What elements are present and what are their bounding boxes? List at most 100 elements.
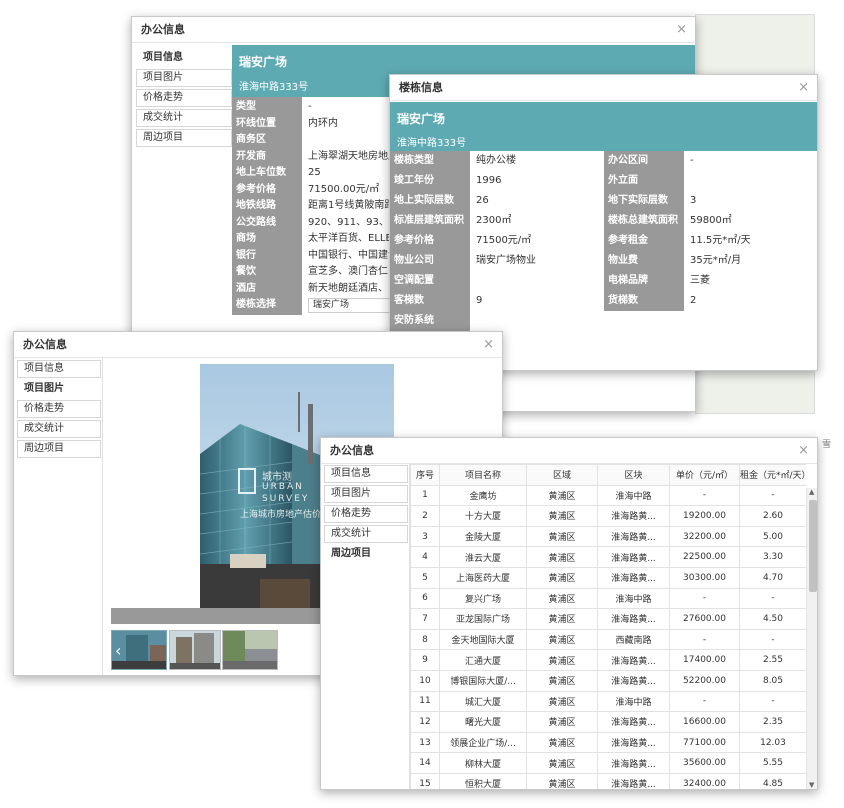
table-cell: 3.30 — [739, 546, 806, 568]
close-icon[interactable]: × — [798, 438, 809, 464]
info-value: 11.5元*㎡/天 — [690, 235, 751, 246]
table-row[interactable]: 6 复兴广场 黄浦区 淮海中路 - - — [410, 587, 806, 610]
side-nav: 项目信息 项目图片 价格走势 成交统计 周边项目 — [324, 465, 408, 565]
nav-divider — [102, 358, 103, 675]
nav-item-project-images[interactable]: 项目图片 — [17, 380, 101, 398]
info-label: 楼栋选择 — [232, 295, 302, 315]
info-row: 地下实际层数 3 — [604, 191, 817, 211]
column-header[interactable]: 租金（元*㎡/天） — [739, 464, 806, 486]
table-row[interactable]: 10 博银国际大厦/... 黄浦区 淮海路黄... 52200.00 8.05 — [410, 669, 806, 692]
table-body: 1 金鹰坊 黄浦区 淮海中路 - -2 十方大厦 黄浦区 淮海路黄... 19200.00 2.60… — [410, 484, 806, 789]
info-label: 客梯数 — [390, 291, 470, 311]
info-row: 安防系统 — [390, 311, 604, 331]
table-row[interactable]: 11 城汇大厦 黄浦区 淮海中路 - - — [410, 690, 806, 713]
nav-item-transaction-stats[interactable]: 成交统计 — [324, 525, 408, 543]
info-value: 26 — [476, 195, 489, 206]
table-cell: 黄浦区 — [526, 649, 598, 671]
table-cell: 上海医药大厦 — [439, 566, 527, 589]
scrollbar-thumb[interactable] — [809, 500, 817, 592]
table-row[interactable]: 12 曙光大厦 黄浦区 淮海路黄... 16600.00 2.35 — [410, 711, 806, 733]
table-cell: 32200.00 — [669, 525, 740, 548]
table-cell: 淮海路黄... — [597, 669, 670, 692]
photo-thumbnail[interactable]: ‹ — [111, 630, 167, 670]
nearby-projects-table-wrap[interactable]: 序号 项目名称 区域 区块 单价（元/㎡） 租金（元*㎡/天） 1 金鹰坊 黄浦区淮… — [410, 464, 806, 789]
info-row: 物业公司 瑞安广场物业 — [390, 251, 604, 271]
nav-item-project-images[interactable]: 项目图片 — [324, 485, 408, 503]
table-row[interactable]: 7 亚龙国际广场 黄浦区 淮海路黄... 27600.00 4.50 — [410, 608, 806, 630]
column-header[interactable]: 项目名称 — [439, 464, 527, 486]
nav-item-price-trend[interactable]: 价格走势 — [324, 505, 408, 523]
table-cell: 黄浦区 — [526, 587, 598, 610]
table-cell: 城汇大厦 — [439, 690, 527, 713]
table-row[interactable]: 3 金陵大厦 黄浦区 淮海路黄... 32200.00 5.00 — [410, 525, 806, 548]
table-cell: 16600.00 — [669, 711, 740, 733]
nav-item-project-info[interactable]: 项目信息 — [324, 465, 408, 483]
table-cell: 淮海路黄... — [597, 608, 670, 630]
table-row[interactable]: 9 汇通大厦 黄浦区 淮海路黄... 17400.00 2.55 — [410, 649, 806, 671]
nav-item-price-trend[interactable]: 价格走势 — [136, 89, 232, 107]
nav-item-price-trend[interactable]: 价格走势 — [17, 400, 101, 418]
table-cell: 19200.00 — [669, 505, 740, 527]
table-row[interactable]: 1 金鹰坊 黄浦区 淮海中路 - - — [410, 484, 806, 507]
building-name: 瑞安广场 — [397, 112, 446, 126]
info-row: 参考价格 71500元/㎡ — [390, 231, 604, 251]
info-value: 9 — [476, 295, 483, 306]
table-cell: 领展企业广场/... — [439, 731, 527, 754]
table-cell: 2.55 — [739, 649, 806, 671]
table-cell: 3 — [410, 525, 440, 548]
table-row[interactable]: 2 十方大厦 黄浦区 淮海路黄... 19200.00 2.60 — [410, 505, 806, 527]
scroll-down-icon[interactable]: ▼ — [809, 781, 814, 789]
table-cell: 金陵大厦 — [439, 525, 527, 548]
table-row[interactable]: 13 领展企业广场/... 黄浦区 淮海路黄... 77100.00 12.03 — [410, 731, 806, 754]
building-info-left: 楼栋类型 纯办公楼 竣工年份 1996 地上实际层数 26 标准层建筑面积 2300㎡ … — [390, 151, 604, 331]
close-icon[interactable]: × — [483, 332, 494, 358]
column-header[interactable]: 区块 — [597, 464, 670, 486]
close-icon[interactable]: × — [798, 75, 809, 101]
table-cell: 5.00 — [739, 525, 806, 548]
table-cell: 32400.00 — [669, 772, 740, 789]
info-row: 办公区间 - — [604, 151, 817, 171]
table-cell: 35600.00 — [669, 752, 740, 774]
table-row[interactable]: 8 金天地国际大厦 黄浦区 西藏南路 - - — [410, 628, 806, 651]
info-label: 参考价格 — [390, 231, 470, 251]
photo-thumbnail[interactable] — [222, 630, 278, 670]
building-banner: 瑞安广场 淮海中路333号 — [390, 102, 817, 151]
table-cell: 22500.00 — [669, 546, 740, 568]
table-row[interactable]: 14 柳林大厦 黄浦区 淮海路黄... 35600.00 5.55 — [410, 752, 806, 774]
nav-item-project-info[interactable]: 项目信息 — [17, 360, 101, 378]
table-cell: - — [739, 628, 806, 651]
table-cell: 黄浦区 — [526, 484, 598, 507]
table-row[interactable]: 15 恒积大厦 黄浦区 淮海路黄... 32400.00 4.85 — [410, 772, 806, 789]
close-icon[interactable]: × — [676, 17, 687, 43]
dialog-title: 办公信息 — [141, 23, 185, 36]
scroll-up-icon[interactable]: ▲ — [809, 488, 814, 496]
nav-item-nearby-projects[interactable]: 周边项目 — [136, 129, 232, 147]
table-cell: 27600.00 — [669, 608, 740, 630]
vertical-scrollbar[interactable]: ▲ ▼ — [806, 488, 817, 789]
thumbnail-prev-icon[interactable]: ‹ — [115, 641, 121, 660]
table-cell: 曙光大厦 — [439, 711, 527, 733]
table-row[interactable]: 5 上海医药大厦 黄浦区 淮海路黄... 30300.00 4.70 — [410, 566, 806, 589]
info-label: 办公区间 — [604, 151, 684, 171]
info-label: 空调配置 — [390, 271, 470, 291]
nav-item-transaction-stats[interactable]: 成交统计 — [17, 420, 101, 438]
background-map-label: 雪 — [822, 440, 832, 450]
table-cell: - — [739, 587, 806, 610]
nav-item-nearby-projects[interactable]: 周边项目 — [17, 440, 101, 458]
table-cell: 淮海路黄... — [597, 731, 670, 754]
column-header[interactable]: 区域 — [526, 464, 598, 486]
table-cell: 9 — [410, 649, 440, 671]
info-row: 空调配置 — [390, 271, 604, 291]
column-header[interactable]: 序号 — [410, 464, 440, 486]
nav-item-project-images[interactable]: 项目图片 — [136, 69, 232, 87]
nav-item-transaction-stats[interactable]: 成交统计 — [136, 109, 232, 127]
nav-item-project-info[interactable]: 项目信息 — [136, 49, 232, 67]
table-row[interactable]: 4 淮云大厦 黄浦区 淮海路黄... 22500.00 3.30 — [410, 546, 806, 568]
table-cell: 淮云大厦 — [439, 546, 527, 568]
table-cell: 金鹰坊 — [439, 484, 527, 507]
photo-thumbnail[interactable] — [169, 630, 221, 670]
table-cell: 复兴广场 — [439, 587, 527, 610]
column-header[interactable]: 单价（元/㎡） — [669, 464, 740, 486]
nav-item-nearby-projects[interactable]: 周边项目 — [324, 545, 408, 563]
table-cell: 5 — [410, 566, 440, 589]
